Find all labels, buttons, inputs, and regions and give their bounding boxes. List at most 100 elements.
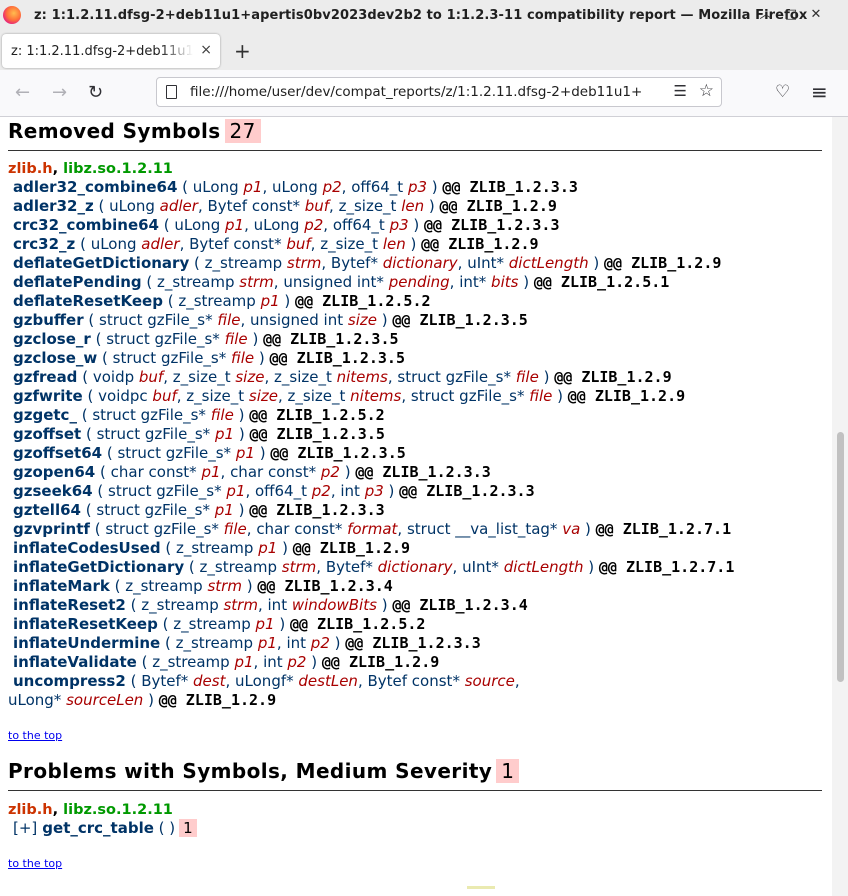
pocket-icon[interactable]: ♡	[775, 82, 790, 102]
minimize-button[interactable]: ︿	[757, 6, 775, 24]
symbol-row: gzclose_r ( struct gzFile_s* file ) @@ Z…	[8, 330, 822, 349]
close-window-button[interactable]: ✕	[807, 6, 825, 24]
maximize-button[interactable]: □	[782, 6, 800, 24]
param-type: uInt*	[467, 254, 509, 272]
symbol-version: ZLIB_1.2.3.4	[284, 577, 393, 595]
close-paren: )	[247, 330, 264, 348]
close-paren: )	[408, 216, 425, 234]
version-at-sign: @@	[321, 653, 349, 671]
param-type: uLong	[192, 178, 244, 196]
header-separator: ,	[52, 161, 64, 177]
app-menu-icon[interactable]: ≡	[811, 80, 828, 104]
symbol-row-continuation: uLong* sourceLen ) @@ ZLIB_1.2.9	[8, 691, 822, 710]
problem-symbol-name: get_crc_table	[42, 819, 154, 837]
symbol-row: gzoffset ( struct gzFile_s* p1 ) @@ ZLIB…	[8, 425, 822, 444]
param-type: z_streamp	[204, 254, 287, 272]
symbol-row: deflateGetDictionary ( z_streamp strm, B…	[8, 254, 822, 273]
symbol-name: gztell64	[13, 501, 81, 519]
url-bar[interactable]: file:///home/user/dev/compat_reports/z/1…	[156, 77, 722, 107]
bottom-indicator	[467, 886, 495, 889]
param-type: Bytef*	[141, 672, 194, 690]
window-title: z: 1:1.2.11.dfsg-2+deb11u1+apertis0bv202…	[34, 8, 808, 23]
back-arrow-icon[interactable]: ←	[15, 82, 30, 103]
url-text[interactable]: file:///home/user/dev/compat_reports/z/1…	[190, 84, 642, 100]
param-name: len	[382, 235, 406, 253]
symbol-version: ZLIB_1.2.3.3	[372, 634, 481, 652]
param-separator: ,	[316, 558, 326, 576]
param-name: strm	[223, 596, 258, 614]
version-at-sign: @@	[263, 330, 291, 348]
symbol-name: gzoffset64	[13, 444, 103, 462]
param-type: Bytef const*	[189, 235, 287, 253]
close-paren: )	[306, 653, 322, 671]
close-paren: )	[552, 387, 568, 405]
param-name: p1	[235, 444, 255, 462]
version-at-sign: @@	[257, 577, 285, 595]
param-separator: ,	[323, 216, 333, 234]
symbol-row: inflateGetDictionary ( z_streamp strm, B…	[8, 558, 822, 577]
param-type: unsigned int	[250, 311, 348, 329]
open-paren: (	[85, 425, 97, 443]
param-type: char const*	[110, 463, 202, 481]
close-paren: )	[538, 368, 555, 386]
param-type: z_streamp	[125, 577, 208, 595]
symbol-row: gzbuffer ( struct gzFile_s* file, unsign…	[8, 311, 822, 330]
scrollbar-thumb[interactable]	[837, 432, 844, 682]
close-paren: )	[329, 634, 346, 652]
expand-toggle[interactable]: [+]	[13, 819, 37, 837]
open-paren: (	[130, 596, 142, 614]
param-type: struct gzFile_s*	[106, 330, 225, 348]
symbol-version: ZLIB_1.2.3.5	[296, 349, 405, 367]
param-type: Bytef*	[330, 254, 383, 272]
param-separator: ,	[253, 653, 264, 671]
param-type: uLongf*	[235, 672, 299, 690]
param-type: struct gzFile_s*	[96, 501, 215, 519]
param-name: format	[347, 520, 398, 538]
version-at-sign: @@	[270, 444, 298, 462]
tab-compat-report[interactable]: z: 1:1.2.11.dfsg-2+deb11u1+apertis0bv202…	[2, 34, 220, 68]
symbol-name: inflateReset2	[13, 596, 126, 614]
version-at-sign: @@	[345, 634, 373, 652]
removed-symbols-list: adler32_combine64 ( uLong p1, uLong p2, …	[8, 178, 822, 710]
tab-close-icon[interactable]: ×	[200, 42, 212, 58]
param-type: int*	[459, 273, 492, 291]
open-paren: (	[167, 292, 179, 310]
version-at-sign: @@	[392, 596, 420, 614]
param-type: off64_t	[254, 482, 312, 500]
param-type: Bytef*	[325, 558, 378, 576]
page-content: Removed Symbols 27 zlib.h, libz.so.1.2.11…	[0, 117, 832, 896]
symbol-row: inflateResetKeep ( z_streamp p1 ) @@ ZLI…	[8, 615, 822, 634]
version-at-sign: @@	[292, 539, 320, 557]
removed-symbols-heading: Removed Symbols 27	[8, 119, 261, 143]
version-at-sign: @@	[289, 615, 318, 633]
symbol-row: uncompress2 ( Bytef* dest, uLongf* destL…	[8, 672, 822, 691]
param-type: off64_t	[351, 178, 408, 196]
symbol-version: ZLIB_1.2.3.3	[276, 501, 385, 519]
to-the-top-link[interactable]: to the top	[8, 729, 62, 742]
symbol-row: gzfread ( voidp buf, z_size_t size, z_si…	[8, 368, 822, 387]
new-tab-button[interactable]: +	[234, 39, 251, 63]
reader-view-icon[interactable]: ☰	[674, 82, 687, 100]
symbol-name: gzbuffer	[13, 311, 84, 329]
open-paren: (	[82, 368, 93, 386]
forward-arrow-icon[interactable]: →	[52, 82, 67, 103]
param-type: z_size_t	[186, 387, 249, 405]
param-type: struct gzFile_s*	[96, 425, 215, 443]
symbol-version: ZLIB_1.2.7.1	[622, 520, 732, 538]
open-paren: (	[163, 216, 175, 234]
symbol-version: ZLIB_1.2.3.5	[276, 425, 385, 443]
param-name: strm	[239, 273, 274, 291]
problem-symbol-row[interactable]: [+] get_crc_table ( ) 1	[13, 819, 197, 837]
reload-icon[interactable]: ↻	[88, 82, 103, 103]
symbol-row: crc32_z ( uLong adler, Bytef const* buf,…	[8, 235, 822, 254]
header-file-name: zlib.h	[8, 802, 53, 818]
symbol-version: ZLIB_1.2.5.2	[276, 406, 385, 424]
param-type: uLong	[272, 178, 323, 196]
symbol-row: adler32_combine64 ( uLong p1, uLong p2, …	[8, 178, 822, 197]
bookmark-star-icon[interactable]: ☆	[699, 81, 714, 101]
param-name: file	[217, 311, 241, 329]
param-name: p1	[234, 653, 254, 671]
symbol-name: gzoffset	[13, 425, 82, 443]
symbol-row: gzclose_w ( struct gzFile_s* file ) @@ Z…	[8, 349, 822, 368]
to-the-top-link[interactable]: to the top	[8, 857, 62, 870]
